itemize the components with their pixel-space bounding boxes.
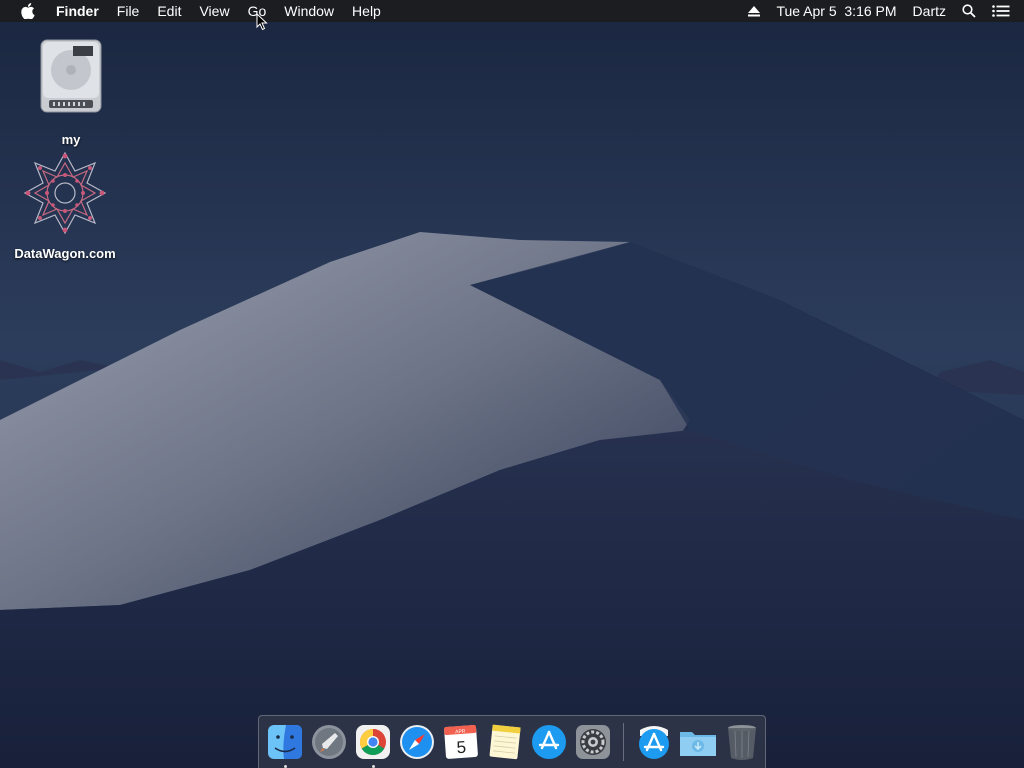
desktop-icon-datawagon[interactable]: DataWagon.com — [6, 148, 124, 261]
menu-window[interactable]: Window — [275, 0, 343, 22]
dock-applications-stack[interactable] — [634, 722, 674, 762]
notes-icon — [489, 724, 521, 760]
system-preferences-icon — [576, 725, 610, 759]
finder-icon — [268, 725, 302, 759]
dock-finder[interactable] — [265, 722, 305, 768]
launchpad-icon — [312, 725, 346, 759]
chrome-icon — [356, 725, 390, 759]
dock-separator — [623, 723, 624, 761]
calendar-icon: APR 5 — [444, 725, 478, 759]
dock-notes[interactable] — [485, 722, 525, 762]
menu-file[interactable]: File — [108, 0, 149, 22]
desktop: Finder File Edit View Go Window Help Tue… — [0, 0, 1024, 768]
menu-view[interactable]: View — [190, 0, 238, 22]
desktop-icon-label: DataWagon.com — [14, 246, 116, 261]
desktop-icon-label: my — [61, 132, 81, 147]
menu-edit[interactable]: Edit — [148, 0, 190, 22]
menu-help[interactable]: Help — [343, 0, 390, 22]
calendar-month: APR — [455, 729, 466, 736]
menu-finder[interactable]: Finder — [47, 0, 108, 22]
eject-icon[interactable] — [740, 5, 768, 17]
dock-chrome[interactable] — [353, 722, 393, 768]
apple-icon[interactable] — [17, 0, 39, 22]
hard-drive-icon — [35, 36, 107, 116]
trash-icon — [728, 725, 756, 760]
downloads-folder-icon — [680, 732, 716, 756]
dock-system-preferences[interactable] — [573, 722, 613, 762]
notification-center-icon[interactable] — [984, 5, 1024, 17]
dock-calendar[interactable]: APR 5 — [441, 722, 481, 762]
desktop-icon-my[interactable]: my — [26, 36, 116, 147]
dock-trash[interactable] — [722, 722, 762, 762]
dock-app-store[interactable] — [529, 722, 569, 762]
safari-icon — [400, 725, 434, 759]
spotlight-icon[interactable] — [954, 4, 984, 18]
mouse-cursor-icon — [256, 13, 268, 31]
calendar-day: 5 — [456, 738, 467, 758]
user-menu[interactable]: Dartz — [905, 0, 954, 22]
dock-downloads-stack[interactable] — [678, 722, 718, 762]
dock-safari[interactable] — [397, 722, 437, 762]
app-store-icon — [532, 725, 566, 759]
app-store-stack-icon — [639, 726, 669, 759]
menubar-clock[interactable]: Tue Apr 5 3:16 PM — [768, 0, 904, 22]
menu-bar: Finder File Edit View Go Window Help Tue… — [0, 0, 1024, 22]
datawagon-logo-icon — [22, 148, 108, 238]
dock-launchpad[interactable] — [309, 722, 349, 762]
dock: APR 5 — [258, 715, 766, 768]
desktop-wallpaper — [0, 0, 1024, 768]
